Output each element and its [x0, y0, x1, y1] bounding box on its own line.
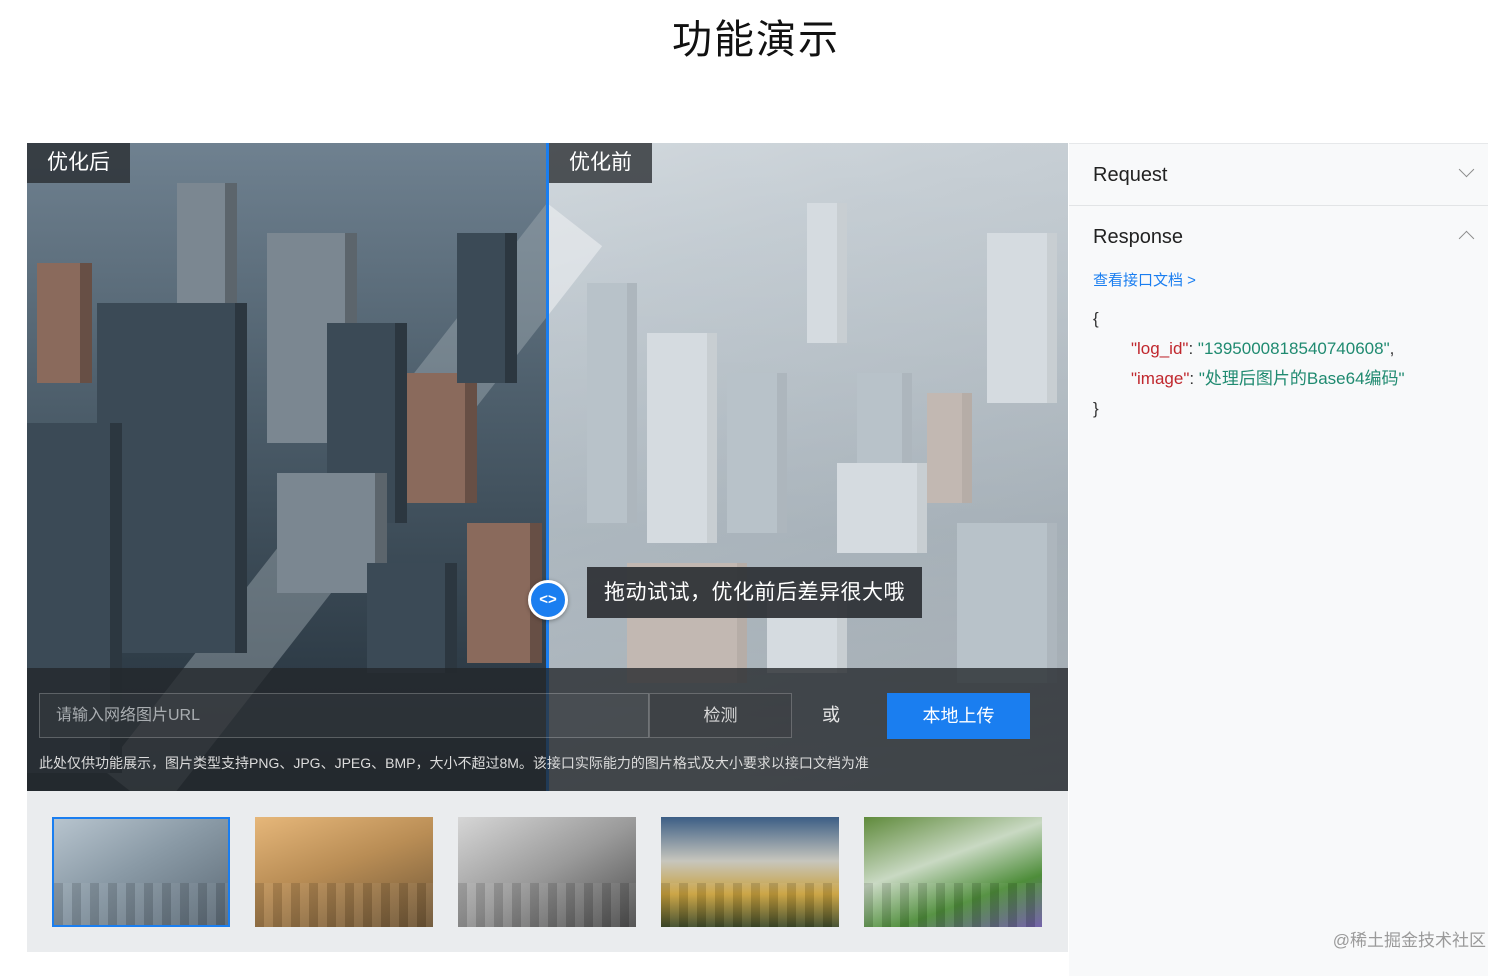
image-compare-stage[interactable]: 优化后 优化前 <> 拖动试试，优化前后差异很大哦 检测 或 本地上传 此处仅供…	[27, 143, 1068, 791]
local-upload-button[interactable]: 本地上传	[887, 693, 1030, 739]
chevron-up-icon	[1458, 230, 1475, 247]
control-bar: 检测 或 本地上传 此处仅供功能展示，图片类型支持PNG、JPG、JPEG、BM…	[27, 668, 1068, 791]
thumbnail-misty-garden[interactable]	[864, 817, 1042, 927]
json-value: "1395000818540740608"	[1197, 339, 1390, 358]
image-url-input[interactable]	[39, 693, 649, 738]
json-open-brace: {	[1093, 309, 1099, 328]
thumbnail-city-orange-haze[interactable]	[255, 817, 433, 927]
thumbnail-strip	[27, 791, 1068, 952]
thumbnail-foggy-trees[interactable]	[458, 817, 636, 927]
after-label: 优化后	[27, 143, 130, 183]
api-panel: Request Response 查看接口文档 > { "log_id": "1…	[1069, 143, 1488, 976]
response-json: { "log_id": "1395000818540740608", "imag…	[1093, 304, 1405, 424]
json-close-brace: }	[1093, 399, 1099, 418]
api-doc-link[interactable]: 查看接口文档 >	[1093, 269, 1196, 290]
page-title: 功能演示	[672, 18, 840, 62]
format-note: 此处仅供功能展示，图片类型支持PNG、JPG、JPEG、BMP，大小不超过8M。…	[39, 755, 869, 771]
or-separator: 或	[822, 705, 840, 725]
detect-button[interactable]: 检测	[649, 693, 792, 738]
thumbnail-city-haze[interactable]	[52, 817, 230, 927]
response-accordion[interactable]: Response	[1069, 206, 1488, 268]
watermark-text: @稀土掘金技术社区	[1332, 931, 1486, 950]
drag-handle-icon[interactable]: <>	[528, 580, 568, 620]
json-line-image: "image": "处理后图片的Base64编码"	[1131, 369, 1405, 388]
json-line-log-id: "log_id": "1395000818540740608",	[1131, 339, 1395, 358]
chevron-down-icon	[1458, 161, 1475, 178]
thumbnail-foggy-forest[interactable]	[661, 817, 839, 927]
drag-hint-tooltip: 拖动试试，优化前后差异很大哦	[587, 567, 922, 618]
request-accordion[interactable]: Request	[1069, 144, 1488, 206]
response-label: Response	[1093, 226, 1184, 248]
before-label: 优化前	[549, 143, 652, 183]
json-key: "log_id"	[1131, 339, 1189, 358]
request-label: Request	[1093, 164, 1168, 186]
json-key: "image"	[1131, 369, 1190, 388]
json-value: "处理后图片的Base64编码"	[1198, 369, 1405, 388]
